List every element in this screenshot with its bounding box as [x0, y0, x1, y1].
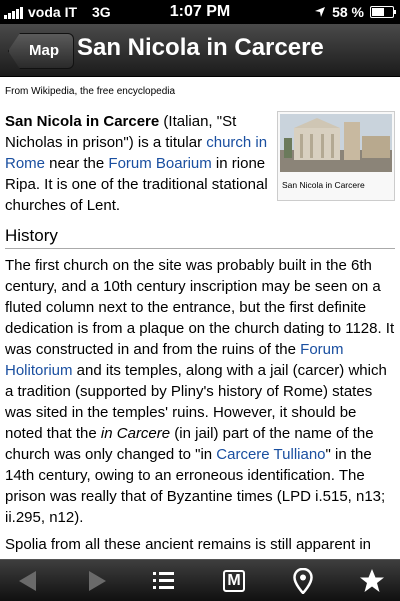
navigation-bar: Map San Nicola in Carcere: [0, 24, 400, 77]
history-heading: History: [5, 226, 395, 249]
forward-arrow-icon[interactable]: [84, 568, 110, 594]
map-back-button[interactable]: Map: [8, 33, 74, 69]
location-pin-icon[interactable]: [290, 568, 316, 594]
link-carcere-tulliano[interactable]: Carcere Tulliano: [216, 446, 325, 463]
article-source: From Wikipedia, the free encyclopedia: [5, 86, 176, 97]
article-subject: San Nicola in Carcere: [5, 113, 160, 130]
church-photo: [280, 114, 392, 172]
page-title: San Nicola in Carcere: [77, 34, 324, 61]
battery-level: [372, 8, 384, 16]
bottom-toolbar: M: [0, 559, 400, 601]
link-forum-boarium[interactable]: Forum Boarium: [108, 155, 211, 172]
history-paragraph: The first church on the site was probabl…: [5, 257, 395, 526]
metro-icon-letter: M: [223, 570, 245, 592]
image-caption: San Nicola in Carcere: [282, 180, 365, 190]
intro-paragraph: San Nicola in Carcere San Nicola in Carc…: [5, 111, 395, 216]
list-icon[interactable]: [151, 568, 177, 594]
back-arrow-icon[interactable]: [14, 568, 40, 594]
metro-icon[interactable]: M: [221, 568, 247, 594]
battery-percent: 58 %: [332, 4, 364, 20]
status-bar: voda IT 3G 1:07 PM 58 %: [0, 0, 400, 24]
church-image[interactable]: San Nicola in Carcere: [277, 111, 395, 201]
battery-icon: [370, 6, 396, 18]
location-arrow-icon: [315, 7, 326, 17]
article-content[interactable]: From Wikipedia, the free encyclopedia Sa…: [0, 77, 400, 559]
star-icon[interactable]: [359, 568, 385, 594]
spolia-paragraph: Spolia from all these ancient remains is…: [5, 536, 386, 559]
